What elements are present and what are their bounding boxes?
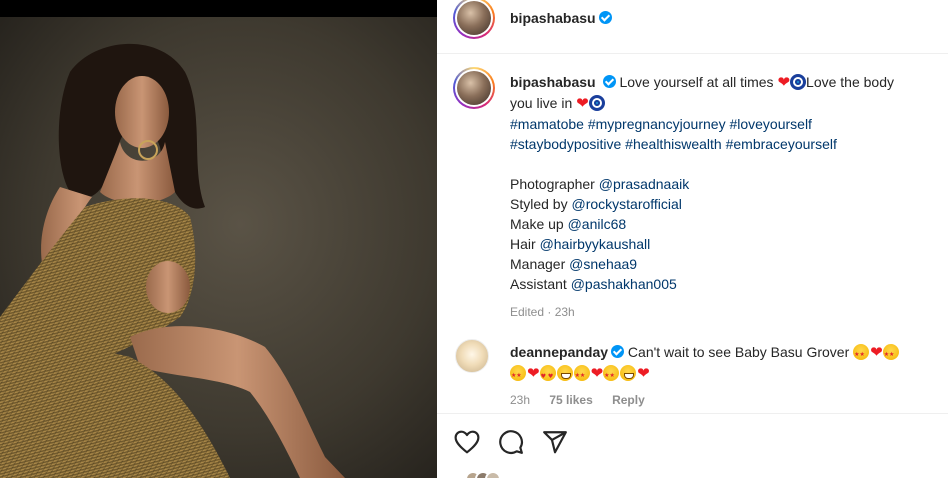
star-struck-emoji-icon xyxy=(603,365,620,386)
credit-line: Assistant @pashakhan005 xyxy=(510,274,947,294)
caption-author-avatar[interactable] xyxy=(453,67,495,109)
credit-handle-link[interactable]: @hairbyykaushall xyxy=(540,236,651,252)
paper-plane-icon xyxy=(543,431,567,454)
liker-avatar xyxy=(485,471,501,478)
photo-top-bar xyxy=(0,0,437,17)
nazar-amulet-emoji-icon xyxy=(588,95,605,111)
comment-likes-link[interactable]: 75 likes xyxy=(549,393,592,407)
credit-label: Hair xyxy=(510,236,536,252)
divider xyxy=(437,413,948,414)
commenter-avatar[interactable] xyxy=(455,339,489,373)
share-button[interactable] xyxy=(541,428,569,456)
nazar-amulet-emoji-icon xyxy=(790,74,807,90)
photo-image xyxy=(0,17,437,478)
comment-button[interactable] xyxy=(497,428,525,456)
credit-handle-link[interactable]: @pashakhan005 xyxy=(571,276,677,292)
avatar-image xyxy=(457,1,491,35)
comment-bubble-icon xyxy=(499,430,523,454)
star-struck-emoji-icon xyxy=(573,365,590,386)
caption-text: bipashabasu Love yourself at all times ❤… xyxy=(510,72,947,322)
verified-badge-icon xyxy=(602,75,616,88)
post-details: bipashabasu bipashabasu Love yourself at… xyxy=(437,0,948,478)
credit-handle-link[interactable]: @snehaa9 xyxy=(569,256,637,272)
credit-label: Styled by xyxy=(510,196,568,212)
star-struck-emoji-icon xyxy=(882,344,899,365)
red-heart-emoji-icon: ❤ xyxy=(590,365,604,382)
author-username-link[interactable]: bipashabasu xyxy=(510,10,596,26)
credit-label: Assistant xyxy=(510,276,567,292)
grinning-emoji-icon xyxy=(556,365,573,381)
post-actions xyxy=(453,428,569,456)
caption-text-part3: you live in xyxy=(510,95,573,111)
liked-by-avatars[interactable] xyxy=(465,471,501,478)
avatar-image xyxy=(457,71,491,105)
commenter-username-link[interactable]: deannepanday xyxy=(510,344,608,360)
comment-reply-button[interactable]: Reply xyxy=(612,393,645,407)
grinning-emoji-icon xyxy=(620,365,637,381)
comment-text: deannepanday Can't wait to see Baby Basu… xyxy=(510,342,940,387)
credit-label: Make up xyxy=(510,216,564,232)
comment-time: 23h xyxy=(510,393,531,407)
star-struck-emoji-icon xyxy=(853,344,870,365)
hashtags-line-2[interactable]: #staybodypositive #healthiswealth #embra… xyxy=(510,134,947,154)
credit-line: Styled by @rockystarofficial xyxy=(510,194,947,214)
caption-second-line: you live in ❤ xyxy=(510,93,947,114)
caption-text-part1: Love yourself at all times xyxy=(619,74,774,90)
credit-handle-link[interactable]: @prasadnaaik xyxy=(599,176,690,192)
credit-handle-link[interactable]: @anilc68 xyxy=(568,216,627,232)
heart-outline-icon xyxy=(454,430,480,454)
smiling-hearts-emoji-icon xyxy=(539,365,556,387)
red-heart-emoji-icon: ❤ xyxy=(777,74,791,91)
caption-edited-time: Edited · 23h xyxy=(510,305,575,319)
like-button[interactable] xyxy=(453,428,481,456)
credit-handle-link[interactable]: @rockystarofficial xyxy=(571,196,681,212)
credit-line: Hair @hairbyykaushall xyxy=(510,234,947,254)
credit-line: Make up @anilc68 xyxy=(510,214,947,234)
verified-badge-icon xyxy=(611,345,625,358)
red-heart-emoji-icon: ❤ xyxy=(576,95,589,112)
verified-badge-icon xyxy=(598,11,612,24)
star-struck-emoji-icon xyxy=(510,365,526,386)
caption-text-part2: Love the body xyxy=(806,74,894,90)
author-username-row: bipashabasu xyxy=(510,10,612,28)
credit-line: Photographer @prasadnaaik xyxy=(510,174,947,194)
author-avatar[interactable] xyxy=(453,0,495,39)
credit-label: Photographer xyxy=(510,176,595,192)
comment-meta: 23h 75 likes Reply xyxy=(510,393,661,407)
red-heart-emoji-icon: ❤ xyxy=(637,365,650,382)
red-heart-emoji-icon: ❤ xyxy=(870,344,883,361)
credit-label: Manager xyxy=(510,256,566,272)
post-photo[interactable] xyxy=(0,0,437,478)
comment-body: Can't wait to see Baby Basu Grover xyxy=(627,344,850,360)
credit-line: Manager @snehaa9 xyxy=(510,254,947,274)
hashtags-line-1[interactable]: #mamatobe #mypregnancyjourney #loveyours… xyxy=(510,114,947,134)
red-heart-emoji-icon: ❤ xyxy=(527,365,540,382)
post-header: bipashabasu xyxy=(437,0,948,54)
caption-username-link[interactable]: bipashabasu xyxy=(510,74,596,90)
caption-first-line: bipashabasu Love yourself at all times ❤… xyxy=(510,72,947,93)
